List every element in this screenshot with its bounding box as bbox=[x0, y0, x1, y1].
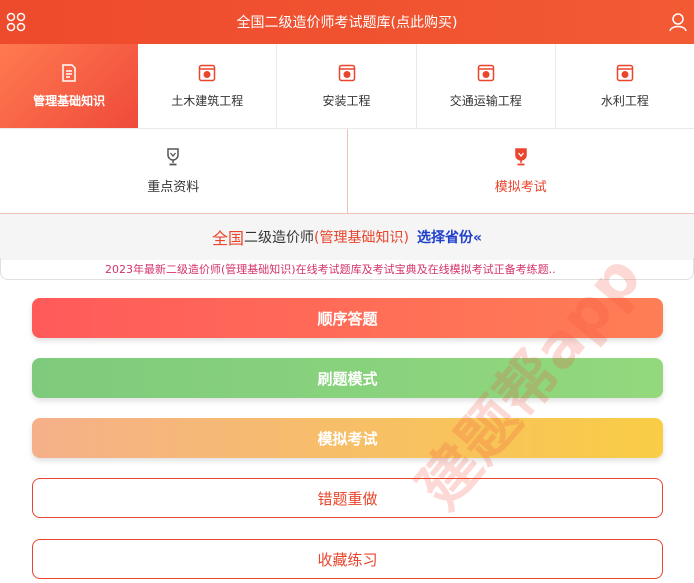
document-icon bbox=[62, 64, 76, 82]
tab-key-materials[interactable]: 重点资料 bbox=[0, 129, 347, 213]
category-civil[interactable]: 土木建筑工程 bbox=[138, 44, 278, 128]
category-label: 水利工程 bbox=[600, 94, 649, 108]
category-label: 交通运输工程 bbox=[449, 94, 522, 108]
category-label: 安装工程 bbox=[322, 94, 371, 108]
book-icon bbox=[477, 64, 494, 82]
practice-mode-button[interactable]: 刷题模式 bbox=[32, 358, 663, 398]
category-management[interactable]: 管理基础知识 bbox=[0, 44, 139, 128]
category-water[interactable]: 水利工程 bbox=[555, 44, 694, 128]
category-transport[interactable]: 交通运输工程 bbox=[416, 44, 556, 128]
trophy-icon bbox=[167, 148, 179, 166]
tab-label: 重点资料 bbox=[147, 180, 200, 195]
category-label: 管理基础知识 bbox=[33, 94, 106, 108]
mock-exam-button[interactable]: 模拟考试 bbox=[32, 418, 663, 458]
exam-name: 二级造价师 bbox=[244, 230, 315, 246]
tab-label: 模拟考试 bbox=[494, 180, 547, 195]
notice-text[interactable]: 2023年最新二级造价师(管理基础知识)在线考试题库及考试宝典及在线模拟考试正备… bbox=[105, 261, 556, 277]
book-icon bbox=[338, 64, 355, 82]
page-title[interactable]: 全国二级造价师考试题库(点此购买) bbox=[237, 12, 458, 32]
favorites-practice-button[interactable]: 收藏练习 bbox=[32, 539, 663, 579]
book-icon bbox=[616, 64, 634, 82]
sequential-answer-button[interactable]: 顺序答题 bbox=[32, 298, 663, 338]
category-installation[interactable]: 安装工程 bbox=[277, 44, 417, 128]
app-header: 全国二级造价师考试题库(点此购买) bbox=[0, 0, 694, 44]
wrong-redo-button[interactable]: 错题重做 bbox=[32, 478, 663, 518]
subject-name: (管理基础知识) bbox=[314, 230, 409, 246]
subject-bar: 全国 二级造价师 (管理基础知识) 选择省份« bbox=[0, 214, 694, 260]
category-label: 土木建筑工程 bbox=[171, 94, 244, 108]
select-province-link[interactable]: 选择省份« bbox=[417, 227, 482, 247]
category-tabs: 管理基础知识 土木建筑工程 安装工程 交通运输工程 水利工程 bbox=[0, 44, 694, 129]
section-tabs: 重点资料 模拟考试 bbox=[0, 129, 694, 214]
user-icon[interactable] bbox=[668, 12, 688, 32]
trophy-icon bbox=[515, 148, 527, 166]
scope-label: 全国 bbox=[212, 229, 245, 248]
tab-mock-exam[interactable]: 模拟考试 bbox=[346, 129, 694, 213]
book-icon bbox=[199, 64, 216, 82]
notice-marquee: 2023年最新二级造价师(管理基础知识)在线考试题库及考试宝典及在线模拟考试正备… bbox=[0, 258, 694, 280]
grid-icon[interactable] bbox=[6, 12, 26, 32]
